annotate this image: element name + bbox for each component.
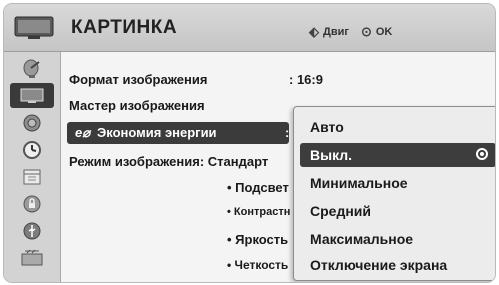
tv-picture-icon bbox=[20, 88, 44, 103]
speaker-icon bbox=[23, 114, 41, 131]
ok-hint-label: OK bbox=[375, 26, 393, 38]
option-label: Минимальное bbox=[310, 175, 408, 191]
picture-menu-window: КАРТИНКА ⬖ Двиг ⊙ OK Формат изображения … bbox=[3, 3, 496, 283]
calendar-icon bbox=[23, 169, 41, 184]
lock-icon bbox=[23, 195, 41, 212]
option-medium[interactable]: Средний bbox=[300, 199, 495, 223]
picture-mode-item[interactable]: Режим изображения: Стандарт bbox=[69, 154, 268, 169]
energy-saving-colon: : bbox=[285, 125, 290, 140]
sidebar-item-audio[interactable] bbox=[10, 110, 54, 135]
sidebar-item-usb[interactable] bbox=[10, 218, 54, 243]
tv-icon bbox=[14, 16, 54, 39]
sidebar-item-picture[interactable] bbox=[10, 83, 54, 108]
option-label: Максимальное bbox=[310, 231, 414, 247]
option-maximum[interactable]: Максимальное bbox=[300, 227, 495, 251]
sub-item-sharpness[interactable]: • Четкость bbox=[227, 258, 288, 272]
sidebar-item-options[interactable] bbox=[10, 164, 54, 189]
option-label: Средний bbox=[310, 203, 372, 219]
sub-item-contrast[interactable]: • Контрастн bbox=[227, 206, 290, 218]
menu-header: КАРТИНКА ⬖ Двиг ⊙ OK bbox=[4, 4, 495, 52]
clock-icon bbox=[23, 140, 41, 159]
aspect-ratio-value: : 16:9 bbox=[289, 72, 323, 87]
sidebar-item-setup[interactable] bbox=[10, 56, 54, 81]
sub-item-backlight[interactable]: • Подсвет bbox=[227, 180, 289, 195]
category-sidebar bbox=[4, 52, 61, 282]
sidebar-item-lock[interactable] bbox=[10, 191, 54, 216]
aspect-ratio-label[interactable]: Формат изображения bbox=[69, 72, 207, 87]
dvr-icon bbox=[21, 249, 43, 265]
option-label: Авто bbox=[310, 119, 344, 135]
eco-icon: e⌀ bbox=[75, 125, 91, 140]
move-arrows-icon: ⬖ bbox=[309, 24, 319, 39]
sidebar-item-dvr[interactable] bbox=[10, 245, 54, 270]
move-hint-label: Двиг bbox=[323, 26, 349, 38]
sub-item-brightness[interactable]: • Яркость bbox=[227, 232, 288, 247]
energy-saving-item[interactable]: e⌀ Экономия энергии : bbox=[67, 122, 289, 144]
energy-saving-label: Экономия энергии bbox=[97, 125, 217, 140]
option-screen-off[interactable]: Отключение экрана bbox=[300, 253, 495, 277]
option-auto[interactable]: Авто bbox=[300, 115, 495, 139]
energy-saving-popup: Авто Выкл. Минимальное Средний Максималь… bbox=[293, 106, 495, 281]
option-minimum[interactable]: Минимальное bbox=[300, 171, 495, 195]
ok-button-icon: ⊙ bbox=[360, 24, 372, 39]
scroll-down-icon[interactable] bbox=[277, 282, 289, 283]
option-label: Выкл. bbox=[310, 147, 353, 163]
option-label: Отключение экрана bbox=[310, 257, 448, 273]
nav-hint: ⬖ Двиг ⊙ OK bbox=[309, 24, 392, 40]
picture-wizard-item[interactable]: Мастер изображения bbox=[69, 98, 205, 113]
option-off[interactable]: Выкл. bbox=[300, 143, 495, 167]
selected-radio-icon bbox=[476, 148, 488, 160]
page-title: КАРТИНКА bbox=[71, 17, 178, 38]
satellite-dish-icon bbox=[23, 59, 40, 78]
usb-icon bbox=[23, 222, 41, 239]
sidebar-item-time[interactable] bbox=[10, 137, 54, 162]
